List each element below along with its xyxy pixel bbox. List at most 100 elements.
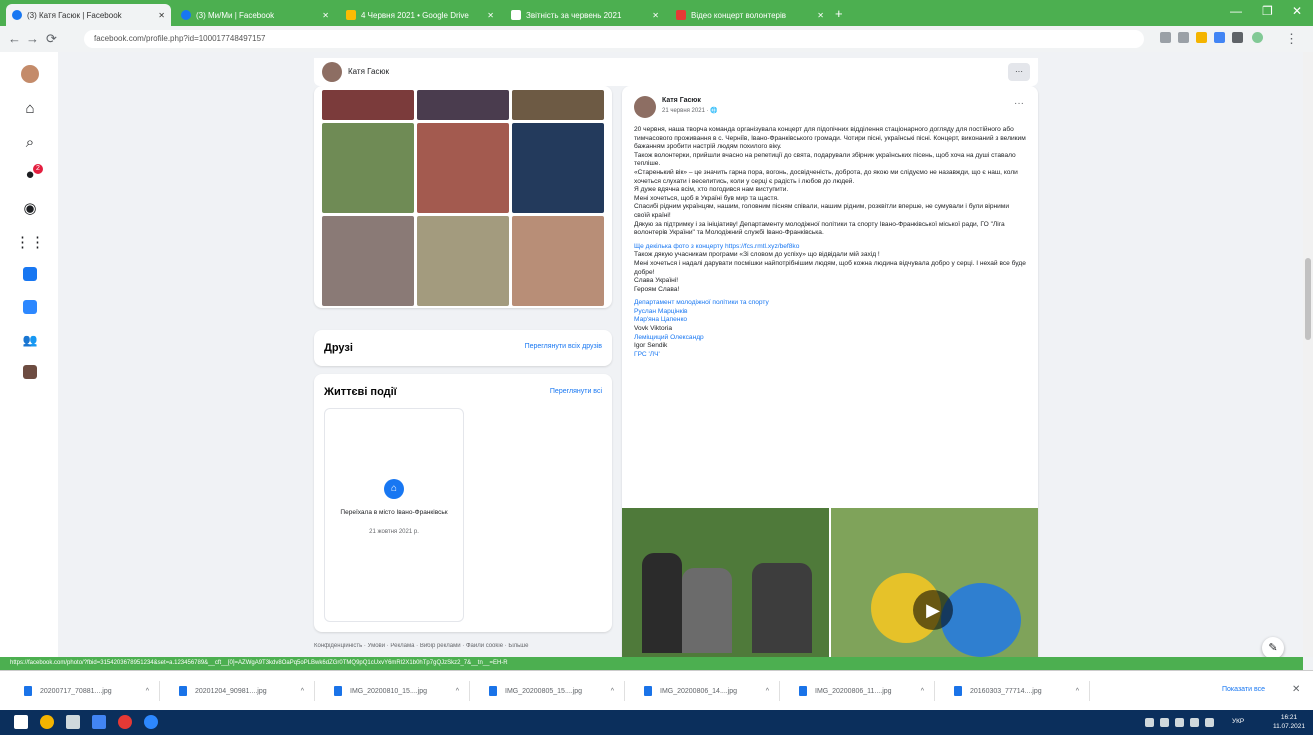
photo-thumbnail[interactable] bbox=[322, 90, 414, 120]
url-input[interactable]: facebook.com/profile.php?id=100017748497… bbox=[84, 30, 1144, 48]
windows-start-icon[interactable] bbox=[14, 715, 28, 729]
footer-links[interactable]: Конфіденційність · Умови · Реклама · Виб… bbox=[314, 643, 612, 649]
tag-link[interactable]: ГРС 'ЛЧ' bbox=[634, 351, 1026, 360]
sidebar-item-messenger[interactable]: ◉ bbox=[20, 198, 40, 218]
close-icon[interactable]: ✕ bbox=[152, 11, 165, 20]
close-window-icon[interactable]: ✕ bbox=[1292, 4, 1302, 18]
chevron-up-icon[interactable]: ^ bbox=[456, 688, 459, 695]
play-icon[interactable]: ▶ bbox=[913, 590, 953, 630]
friends-title: Друзі bbox=[324, 342, 353, 354]
app-icon[interactable] bbox=[118, 715, 132, 729]
post-video[interactable]: ▶ bbox=[831, 508, 1038, 657]
tab-facebook-2[interactable]: (3) Ми/Ми | Facebook ✕ bbox=[175, 4, 335, 26]
minimize-icon[interactable]: — bbox=[1230, 4, 1242, 18]
more-options-button[interactable]: ··· bbox=[1008, 63, 1030, 81]
new-tab-button[interactable]: + bbox=[835, 6, 843, 21]
life-events-card: Життєві події Переглянути всі ⌂ Переїхал… bbox=[314, 374, 612, 632]
profile-name[interactable]: Катя Гасюк bbox=[348, 67, 389, 76]
sidebar-item-watch[interactable] bbox=[20, 264, 40, 284]
page-scrollbar[interactable] bbox=[1303, 52, 1313, 657]
post-author-avatar[interactable] bbox=[634, 96, 656, 118]
download-item[interactable]: IMG_20200810_15....jpg ^ bbox=[320, 681, 470, 701]
photo-thumbnail[interactable] bbox=[322, 216, 414, 306]
extension-icon[interactable] bbox=[1160, 32, 1171, 43]
forward-icon[interactable]: → bbox=[26, 31, 39, 46]
scrollbar-thumb[interactable] bbox=[1305, 258, 1311, 340]
download-item[interactable]: IMG_20200806_11....jpg ^ bbox=[785, 681, 935, 701]
photo-thumbnail[interactable] bbox=[417, 90, 509, 120]
tab-facebook-profile[interactable]: (3) Катя Гасюк | Facebook ✕ bbox=[6, 4, 171, 26]
sidebar-item-notifications[interactable]: ● 2 bbox=[20, 164, 43, 184]
maximize-icon[interactable]: ❐ bbox=[1262, 4, 1273, 18]
avatar[interactable] bbox=[322, 62, 342, 82]
sidebar-item-menu[interactable]: ⋮⋮ bbox=[15, 232, 45, 252]
tray-icon[interactable] bbox=[1145, 718, 1154, 727]
new-message-icon[interactable]: ✎ bbox=[1262, 637, 1284, 659]
post-author[interactable]: Катя Гасюк bbox=[662, 97, 701, 104]
chrome-icon[interactable] bbox=[40, 715, 54, 729]
sidebar-item-groups[interactable]: 👥 bbox=[20, 330, 40, 350]
profile-icon[interactable] bbox=[1252, 32, 1263, 43]
tag-link[interactable]: Руслан Марцінків bbox=[634, 308, 1026, 317]
see-all-friends-link[interactable]: Переглянути всіх друзів bbox=[525, 343, 602, 350]
tray-icon[interactable] bbox=[1175, 718, 1184, 727]
post-more-button[interactable]: ··· bbox=[1014, 98, 1024, 109]
bookmark-star-icon[interactable] bbox=[1196, 32, 1207, 43]
reload-icon[interactable]: ⟳ bbox=[46, 31, 57, 47]
chevron-up-icon[interactable]: ^ bbox=[146, 688, 149, 695]
close-icon[interactable]: ✕ bbox=[811, 11, 824, 20]
download-item[interactable]: IMG_20200806_14....jpg ^ bbox=[630, 681, 780, 701]
post-photo[interactable] bbox=[622, 508, 829, 657]
tag-link[interactable]: Мар'яна Цапенко bbox=[634, 316, 1026, 325]
tag-link[interactable]: Департамент молодіжної політики та спорт… bbox=[634, 299, 1026, 308]
see-all-events-link[interactable]: Переглянути всі bbox=[550, 388, 602, 395]
sidebar-item-home[interactable]: ⌂ bbox=[20, 98, 40, 118]
post-date[interactable]: 21 червня 2021 · 🌐 bbox=[662, 107, 718, 114]
download-item[interactable]: 20201204_90981....jpg ^ bbox=[165, 681, 315, 701]
chevron-up-icon[interactable]: ^ bbox=[611, 688, 614, 695]
tab-report[interactable]: Звітність за червень 2021 ✕ bbox=[505, 4, 665, 26]
close-icon[interactable]: ✕ bbox=[481, 11, 494, 20]
tab-label: Звітність за червень 2021 bbox=[526, 10, 622, 20]
extension-icon[interactable] bbox=[1178, 32, 1189, 43]
sidebar-item-pages[interactable] bbox=[20, 297, 40, 317]
download-item[interactable]: IMG_20200805_15....jpg ^ bbox=[475, 681, 625, 701]
sidebar-item-search[interactable]: ⌕ bbox=[20, 132, 40, 152]
sidebar-item-profile[interactable] bbox=[20, 64, 40, 84]
photo-thumbnail[interactable] bbox=[322, 123, 414, 213]
chevron-up-icon[interactable]: ^ bbox=[301, 688, 304, 695]
close-downloads-icon[interactable]: ✕ bbox=[1292, 684, 1300, 695]
show-all-downloads-link[interactable]: Показати все bbox=[1222, 686, 1265, 693]
photo-thumbnail[interactable] bbox=[417, 216, 509, 306]
chevron-up-icon[interactable]: ^ bbox=[766, 688, 769, 695]
menu-kebab-icon[interactable]: ⋮ bbox=[1285, 31, 1298, 47]
volume-icon[interactable] bbox=[1205, 718, 1214, 727]
photo-thumbnail[interactable] bbox=[512, 123, 604, 213]
extension-icon[interactable] bbox=[1214, 32, 1225, 43]
network-icon[interactable] bbox=[1190, 718, 1199, 727]
language-indicator[interactable]: УКР bbox=[1232, 718, 1244, 725]
chevron-up-icon[interactable]: ^ bbox=[921, 688, 924, 695]
download-item[interactable]: 20160303_77714....jpg ^ bbox=[940, 681, 1090, 701]
tab-google-drive[interactable]: 4 Червня 2021 • Google Drive ✕ bbox=[340, 4, 500, 26]
sidebar-item-photo[interactable] bbox=[20, 362, 40, 382]
system-clock[interactable]: 16:21 11.07.2021 bbox=[1273, 713, 1305, 731]
download-item[interactable]: 20200717_70881....jpg ^ bbox=[10, 681, 160, 701]
app-icon[interactable] bbox=[144, 715, 158, 729]
close-icon[interactable]: ✕ bbox=[646, 11, 659, 20]
close-icon[interactable]: ✕ bbox=[316, 11, 329, 20]
photo-thumbnail[interactable] bbox=[512, 216, 604, 306]
download-filename: 20201204_90981....jpg bbox=[195, 687, 267, 695]
tag-link[interactable]: Леміщиций Олександр bbox=[634, 334, 1026, 343]
chevron-up-icon[interactable]: ^ bbox=[1076, 688, 1079, 695]
photo-thumbnail[interactable] bbox=[512, 90, 604, 120]
extensions-puzzle-icon[interactable] bbox=[1232, 32, 1243, 43]
tab-video[interactable]: Відео концерт волонтерів ✕ bbox=[670, 4, 830, 26]
life-event-item[interactable]: ⌂ Переїхала в місто Івано-Франківськ 21 … bbox=[324, 408, 464, 622]
download-filename: IMG_20200806_11....jpg bbox=[815, 687, 892, 695]
photo-thumbnail[interactable] bbox=[417, 123, 509, 213]
back-icon[interactable]: ← bbox=[8, 31, 21, 46]
store-icon[interactable] bbox=[92, 715, 106, 729]
file-explorer-icon[interactable] bbox=[66, 715, 80, 729]
tray-icon[interactable] bbox=[1160, 718, 1169, 727]
